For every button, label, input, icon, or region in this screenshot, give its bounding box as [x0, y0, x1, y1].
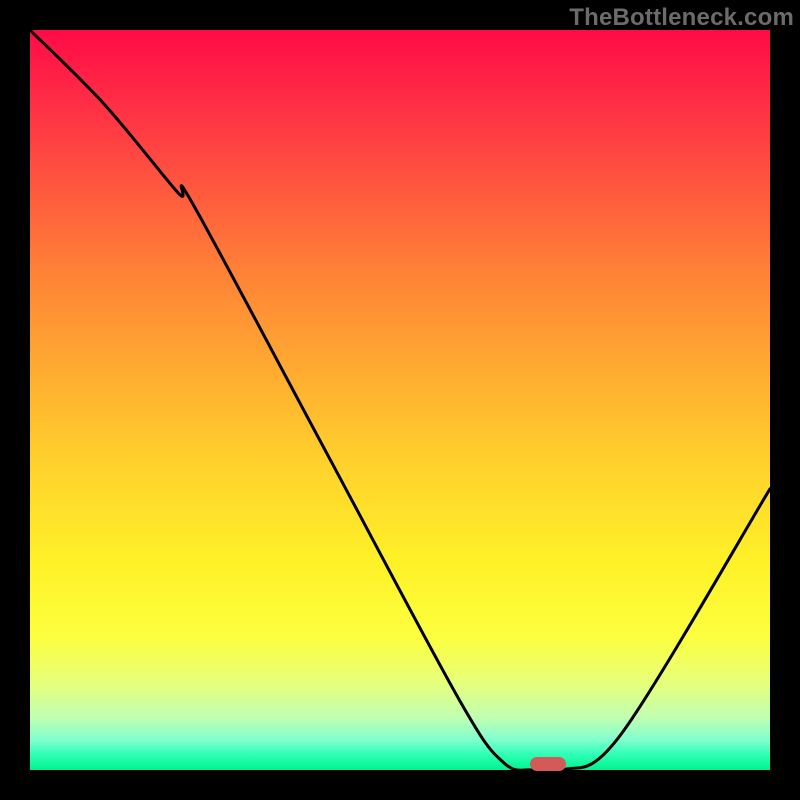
bottleneck-curve — [30, 30, 770, 770]
optimal-marker — [530, 757, 566, 771]
chart-frame: TheBottleneck.com — [0, 0, 800, 800]
plot-area — [30, 30, 770, 770]
attribution-label: TheBottleneck.com — [569, 4, 794, 32]
